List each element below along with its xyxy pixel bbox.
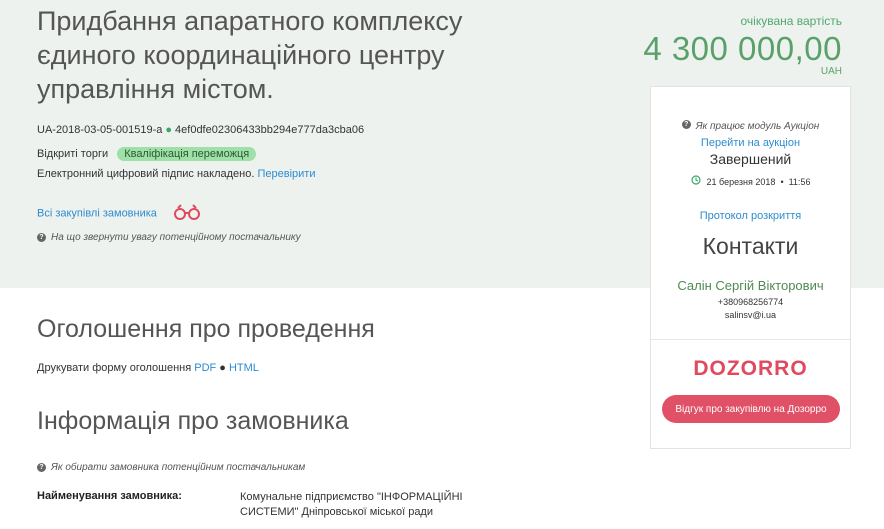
customer-name-value: Комунальне підприємство "ІНФОРМАЦІЙНІ СИ… bbox=[240, 491, 463, 518]
attention-note-row: ? На що звернути увагу потенційному поста… bbox=[37, 231, 301, 243]
signature-row: Електронний цифровий підпис накладено. П… bbox=[37, 168, 315, 180]
contact-phone: +380968256774 bbox=[717, 297, 784, 307]
customer-help-row: ? Як обирати замовника потенційним постач… bbox=[37, 461, 305, 473]
auction-help-link[interactable]: Як працює модуль Аукціон bbox=[696, 121, 820, 132]
print-html-link[interactable]: HTML bbox=[229, 362, 259, 374]
announcement-title: Оголошення про проведення bbox=[37, 315, 375, 343]
all-purchases-row: Всі закупівлі замовника bbox=[37, 204, 202, 223]
auction-time: 11:56 bbox=[788, 177, 811, 188]
tender-hash: 4ef0dfe02306433bb294e777da3cba06 bbox=[175, 124, 365, 136]
contacts-title: Контакти bbox=[702, 233, 799, 259]
sidebar-panel: ? Як працює модуль Аукціон Перейти на аук… bbox=[650, 86, 851, 449]
contact-name: Салін Сергій Вікторович bbox=[677, 278, 824, 293]
tender-id-row: UA-2018-03-05-001519-a ● 4ef0dfe02306433bb… bbox=[37, 124, 364, 136]
dot-separator: • bbox=[780, 177, 784, 188]
verify-signature-link[interactable]: Перевірити bbox=[257, 168, 315, 180]
auction-status: Завершений bbox=[709, 151, 792, 167]
dot-separator: ● bbox=[219, 362, 226, 374]
clock-icon bbox=[690, 172, 701, 190]
opening-protocol-link[interactable]: Протокол розкриття bbox=[700, 210, 801, 222]
signature-text: Електронний цифровий підпис накладено. bbox=[37, 168, 255, 180]
tender-id: UA-2018-03-05-001519-a bbox=[37, 124, 163, 136]
dot-separator: ● bbox=[165, 124, 173, 136]
dozorro-logo: DOZORRO bbox=[693, 357, 808, 380]
binoculars-icon[interactable] bbox=[172, 204, 202, 223]
status-badge: Кваліфікація переможця bbox=[117, 147, 257, 161]
customer-help-note[interactable]: Як обирати замовника потенційним постача… bbox=[51, 462, 305, 473]
go-to-auction-link[interactable]: Перейти на аукціон bbox=[701, 137, 800, 149]
contact-email[interactable]: salinsv@i.ua bbox=[651, 310, 850, 320]
tender-type-row: Відкриті торги Кваліфікація переможця bbox=[37, 147, 257, 161]
auction-help-row: ? Як працює модуль Аукціон bbox=[651, 116, 850, 134]
all-purchases-link[interactable]: Всі закупівлі замовника bbox=[37, 207, 157, 219]
expected-amount: 4 300 000,00 bbox=[643, 30, 842, 67]
customer-info-title: Інформація про замовника bbox=[37, 407, 349, 435]
print-pdf-link[interactable]: PDF bbox=[194, 362, 216, 374]
currency-label: UAH bbox=[820, 66, 842, 77]
question-icon: ? bbox=[681, 120, 691, 130]
attention-note: На що звернути увагу потенційному постач… bbox=[51, 232, 301, 243]
sidebar-divider bbox=[651, 339, 850, 340]
print-form-row: Друкувати форму оголошення PDF ● HTML bbox=[37, 362, 259, 374]
procurement-type: Відкриті торги bbox=[37, 148, 109, 160]
auction-link-row: Перейти на аукціон bbox=[651, 137, 850, 149]
auction-datetime-row: 21 березня 2018 • 11:56 bbox=[651, 172, 850, 190]
customer-name-label: Найменування замовника: bbox=[37, 490, 182, 502]
dozorro-feedback-button[interactable]: Відгук про закупівлю на Дозорро bbox=[662, 395, 840, 423]
expected-value-label: очікувана вартість bbox=[740, 14, 843, 28]
question-icon: ? bbox=[37, 232, 46, 242]
protocol-link-row: Протокол розкриття bbox=[651, 210, 850, 222]
tender-title: Придбання апаратного комплексу єдиного к… bbox=[37, 6, 463, 104]
question-icon: ? bbox=[37, 462, 46, 472]
print-form-label: Друкувати форму оголошення bbox=[37, 362, 192, 374]
auction-date: 21 березня 2018 bbox=[706, 177, 776, 188]
